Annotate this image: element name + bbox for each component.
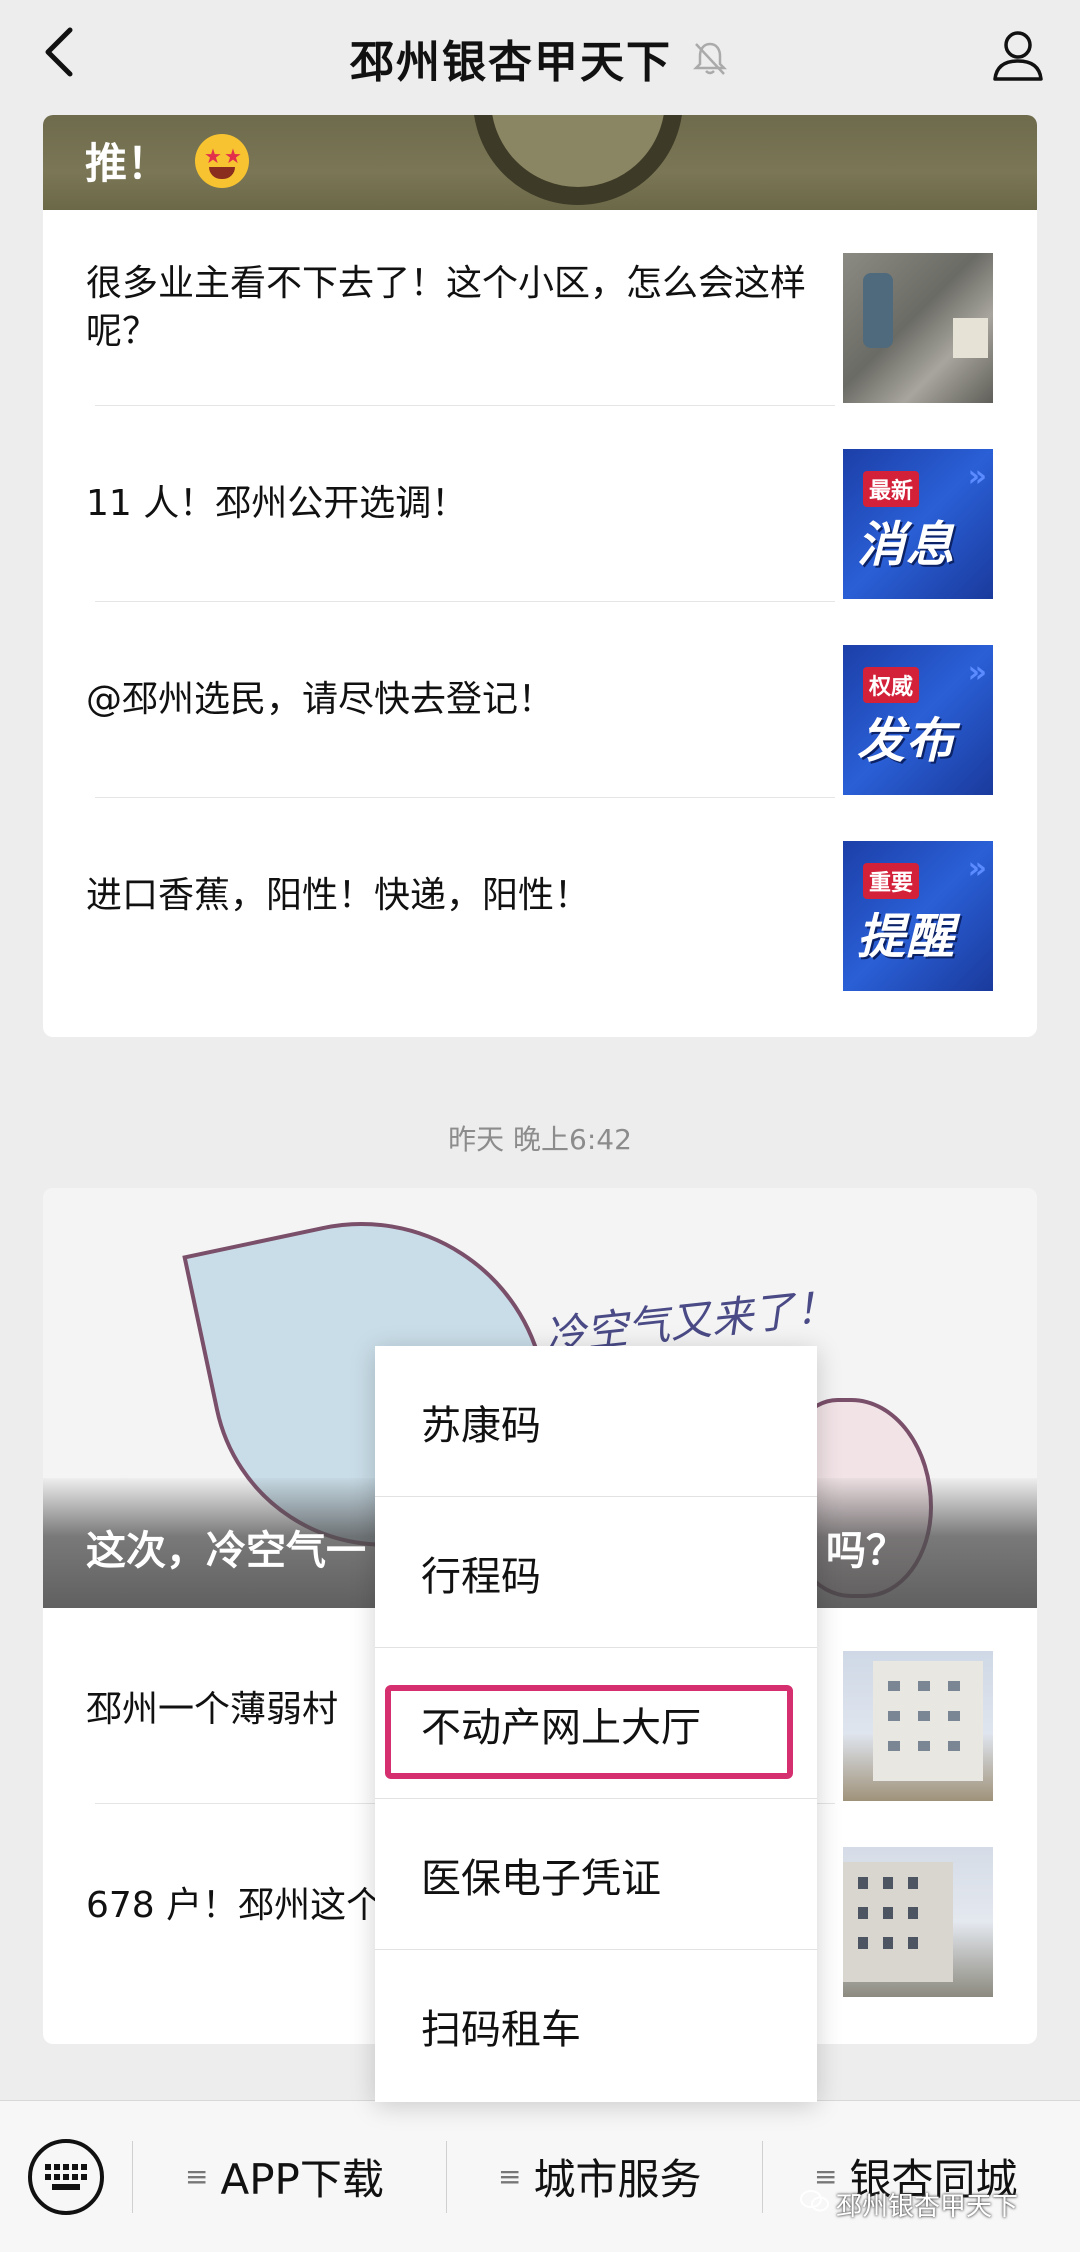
article-thumbnail (843, 1847, 993, 1997)
star-eye-right: ★ (224, 143, 242, 168)
menu-city-service[interactable]: ≡ 城市服务 (498, 2131, 701, 2221)
window (888, 1741, 900, 1751)
menu-item-label: 医保电子凭证 (421, 1855, 661, 1902)
article-thumbnail: » 重要 提醒 (843, 841, 993, 991)
menu-item-label: 行程码 (421, 1553, 541, 1600)
window (918, 1741, 930, 1751)
banner-caption: 推！ ★ ★ (85, 130, 250, 191)
window (883, 1877, 893, 1889)
article-thumbnail (843, 1651, 993, 1801)
window (883, 1907, 893, 1919)
article-thumbnail (843, 253, 993, 403)
star-struck-emoji-icon: ★ ★ (195, 133, 250, 188)
chevrons-icon: » (967, 459, 987, 494)
menu-label: APP下载 (220, 2154, 384, 2204)
window (918, 1711, 930, 1721)
window (888, 1711, 900, 1721)
window (858, 1877, 868, 1889)
title-wrap: 邳州银杏甲天下 (350, 26, 730, 90)
watermark: 邳州银杏甲天下 (800, 2186, 1018, 2223)
article-title: 11 人！邳州公开选调！ (86, 483, 468, 524)
thumb-tag: 权威 (863, 667, 920, 703)
menu-item-xingchengma[interactable]: 行程码 (375, 1497, 817, 1648)
thumb-heading: 发布 (857, 713, 956, 769)
article-thumbnail: » 最新 消息 (843, 449, 993, 599)
menu-item-label: 扫码租车 (421, 2006, 581, 2053)
divider (446, 2141, 447, 2213)
bell-muted-icon (690, 38, 730, 78)
highlight-box (385, 1685, 793, 1779)
window (908, 1937, 918, 1949)
keyboard-icon[interactable] (28, 2139, 104, 2215)
thumb-tag: 最新 (863, 471, 920, 507)
window (908, 1907, 918, 1919)
window (883, 1937, 893, 1949)
wechat-icon (800, 2189, 830, 2220)
account-title: 邳州银杏甲天下 (350, 36, 672, 88)
article-title: 进口香蕉，阳性！快递，阳性！ (86, 875, 591, 916)
menu-lines-icon: ≡ (185, 2159, 209, 2193)
chevrons-icon: » (967, 851, 987, 886)
window (948, 1741, 960, 1751)
watermark-text: 邳州银杏甲天下 (836, 2192, 1019, 2222)
chat-header: 邳州银杏甲天下 (0, 0, 1080, 115)
window (908, 1877, 918, 1889)
star-eye-left: ★ (204, 143, 222, 168)
article-title: 很多业主看不下去了！这个小区，怎么会这样呢？ (86, 263, 807, 352)
article-card-1: 推！ ★ ★ 很多业主看不下去了！这个小区，怎么会这样呢？ 11 人！邳州公开选… (43, 115, 1037, 1037)
window (948, 1681, 960, 1691)
menu-lines-icon: ≡ (498, 2159, 522, 2193)
cover-caption-right: 吗？ (826, 1528, 906, 1574)
divider (132, 2141, 133, 2213)
window (948, 1711, 960, 1721)
menu-app-download[interactable]: ≡ APP下载 (185, 2131, 384, 2221)
window (888, 1681, 900, 1691)
thumb-tag: 重要 (863, 863, 920, 899)
article-item[interactable]: @邳州选民，请尽快去登记！ » 权威 发布 (43, 602, 1037, 798)
menu-item-sukangma[interactable]: 苏康码 (375, 1346, 817, 1497)
article-item[interactable]: 很多业主看不下去了！这个小区，怎么会这样呢？ (43, 210, 1037, 406)
box-shape (953, 318, 988, 358)
article-title: @邳州选民，请尽快去登记！ (86, 679, 555, 720)
window (858, 1937, 868, 1949)
chevron-left-icon[interactable] (30, 22, 90, 82)
menu-item-scan-rent-car[interactable]: 扫码租车 (375, 1950, 817, 2101)
cover-caption-left: 这次，冷空气一 (86, 1528, 366, 1574)
menu-item-label: 苏康码 (421, 1402, 541, 1449)
thumb-heading: 消息 (857, 517, 956, 573)
emoji-mouth (209, 166, 236, 179)
person-icon[interactable] (986, 22, 1050, 86)
gas-cylinder-shape (863, 273, 893, 348)
chevrons-icon: » (967, 655, 987, 690)
message-timestamp: 昨天 晚上6:42 (448, 1123, 632, 1156)
divider (762, 2141, 763, 2213)
banner-text: 推！ (85, 139, 170, 188)
menu-item-medical-insurance[interactable]: 医保电子凭证 (375, 1799, 817, 1950)
banner-graphic (473, 115, 683, 205)
window (858, 1907, 868, 1919)
cover-banner[interactable]: 推！ ★ ★ (43, 115, 1037, 210)
window (918, 1681, 930, 1691)
building-shape (873, 1661, 983, 1781)
thumb-heading: 提醒 (857, 909, 956, 965)
article-item[interactable]: 进口香蕉，阳性！快递，阳性！ » 重要 提醒 (43, 798, 1037, 994)
article-item[interactable]: 11 人！邳州公开选调！ » 最新 消息 (43, 406, 1037, 602)
bottom-menu-bar: ≡ APP下载 ≡ 城市服务 ≡ 银杏同城 (0, 2100, 1080, 2252)
article-thumbnail: » 权威 发布 (843, 645, 993, 795)
menu-label: 城市服务 (533, 2154, 702, 2204)
